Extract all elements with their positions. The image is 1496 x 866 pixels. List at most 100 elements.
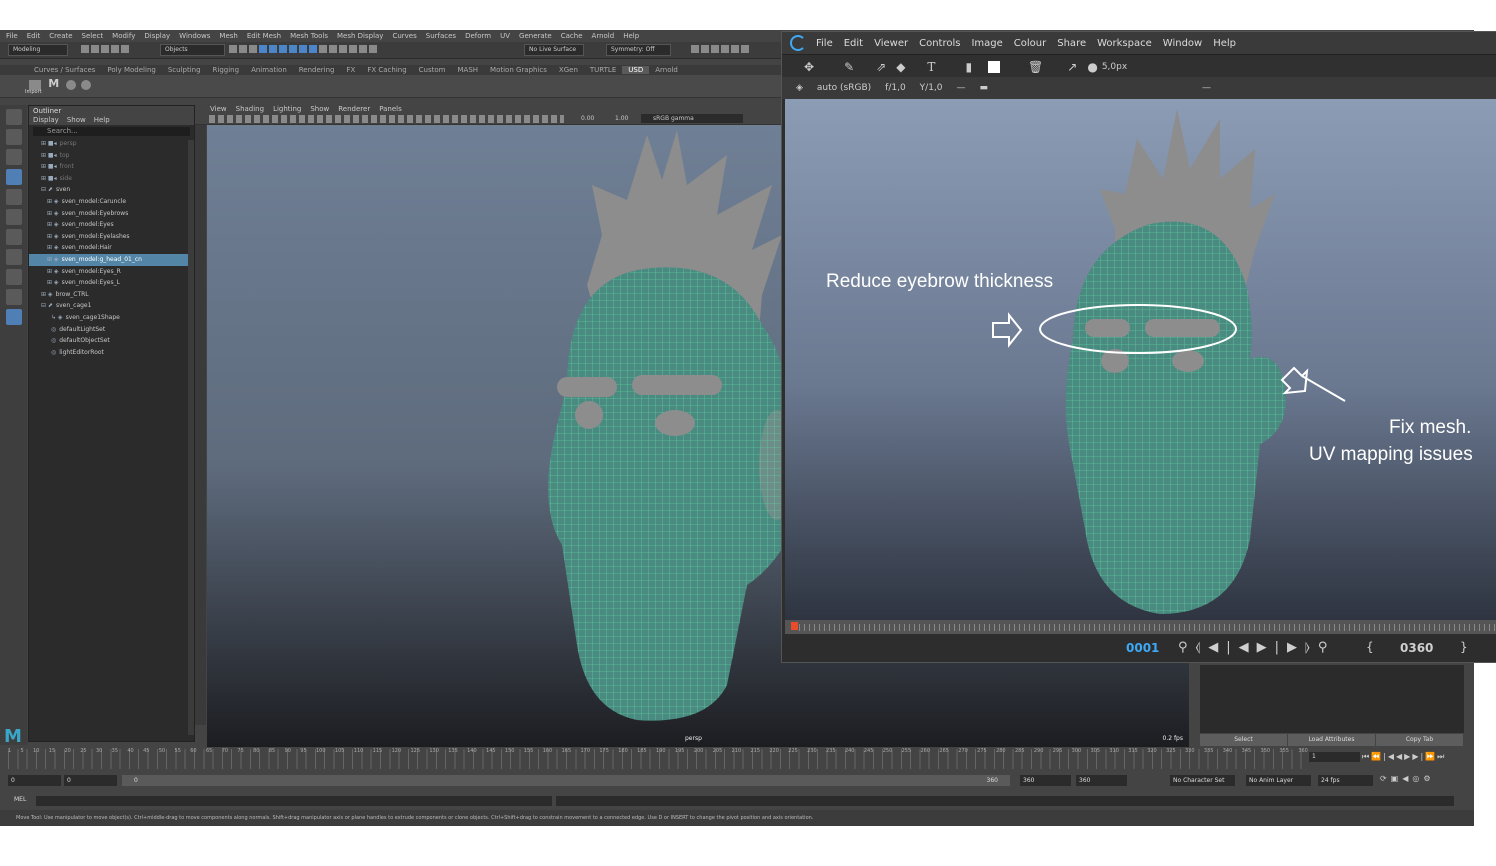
select-component-icon[interactable] [249, 45, 257, 53]
arnold-render-icon[interactable] [731, 45, 739, 53]
colorspace-dropdown[interactable]: sRGB gamma [641, 114, 743, 123]
current-frame-field[interactable]: 1 [1309, 752, 1360, 762]
review-end-frame[interactable]: 0360 [1400, 641, 1433, 655]
render-view-icon[interactable] [691, 45, 699, 53]
in-point-icon[interactable]: { [1366, 640, 1374, 654]
menu-uv[interactable]: UV [500, 32, 510, 40]
playback-start-field[interactable]: 0 [64, 775, 117, 786]
zoom-dropdown-icon[interactable]: — [1202, 83, 1211, 93]
menu-display[interactable]: Display [144, 32, 170, 40]
snap-view-icon[interactable] [289, 45, 297, 53]
gamma-field[interactable]: 1.00 [615, 115, 628, 122]
outliner-item[interactable]: ⊞ ◈ sven_model:Eyes_R [29, 266, 194, 278]
playback-end-field[interactable]: 360 [1020, 775, 1071, 786]
menu-cache[interactable]: Cache [561, 32, 583, 40]
node-editor-tab[interactable] [195, 125, 206, 725]
lock-icon[interactable] [319, 45, 327, 53]
paint-select-icon[interactable] [5, 149, 22, 165]
shelf-tab-poly-modeling[interactable]: Poly Modeling [101, 66, 161, 74]
rv-menu-share[interactable]: Share [1057, 38, 1086, 49]
shelf-tab-motion-graphics[interactable]: Motion Graphics [484, 66, 553, 74]
menu-help[interactable]: Help [623, 32, 639, 40]
outliner-item[interactable]: ⊞ ■◂ front [29, 161, 194, 173]
exposure-field[interactable]: 0.00 [581, 115, 594, 122]
rv-menu-viewer[interactable]: Viewer [874, 38, 908, 49]
shelf-tab-xgen[interactable]: XGen [553, 66, 584, 74]
select-hierarchy-icon[interactable] [229, 45, 237, 53]
pen-icon[interactable]: ✎ [844, 60, 854, 74]
panel-toolbar-icons[interactable] [209, 115, 564, 123]
text-tool-icon[interactable]: T [927, 60, 935, 74]
menu-modify[interactable]: Modify [112, 32, 135, 40]
outliner-item[interactable]: ⊞ ◈ sven_model:Eyes [29, 219, 194, 231]
rv-menu-controls[interactable]: Controls [919, 38, 960, 49]
redo-icon[interactable] [121, 45, 129, 53]
select-tool-icon[interactable] [5, 109, 22, 125]
layout-outliner-icon[interactable] [5, 309, 22, 325]
rotate-tool-icon[interactable] [5, 189, 22, 205]
shelf-tab-mash[interactable]: MASH [452, 66, 485, 74]
brush-size-dropdown[interactable]: 5,0px [1102, 62, 1127, 72]
render-settings-icon[interactable] [349, 45, 357, 53]
scene-start-field[interactable]: 0 [8, 775, 61, 786]
character-set-dropdown[interactable]: No Character Set [1170, 775, 1235, 786]
eraser-icon[interactable]: ◆ [896, 60, 905, 74]
panel-menu-lighting[interactable]: Lighting [273, 105, 301, 114]
open-scene-icon[interactable] [91, 45, 99, 53]
arrow-tool-icon[interactable]: ↗ [1067, 60, 1077, 74]
outliner-item[interactable]: ⊞ ◈ sven_model:Eyelashes [29, 231, 194, 243]
menu-mesh-display[interactable]: Mesh Display [337, 32, 383, 40]
anim-layer-dropdown[interactable]: No Anim Layer [1246, 775, 1311, 786]
snap-grid-icon[interactable] [259, 45, 267, 53]
menu-generate[interactable]: Generate [519, 32, 552, 40]
copy-tab-button[interactable]: Copy Tab [1376, 734, 1463, 746]
panel-menu-view[interactable]: View [210, 105, 227, 114]
selection-mode-dropdown[interactable]: Objects [160, 44, 225, 56]
colorspace-dropdown-rv[interactable]: auto (sRGB) [817, 83, 871, 93]
outliner-scrollbar[interactable] [188, 140, 194, 735]
outliner-item[interactable]: ⊞ ◈ sven_model:Caruncle [29, 196, 194, 208]
review-timeline[interactable] [785, 620, 1496, 634]
maya-m-icon[interactable]: M [48, 77, 59, 90]
color-swatch[interactable] [988, 60, 1001, 73]
outliner-menu-show[interactable]: Show [67, 116, 86, 125]
usd-layer-icon[interactable] [66, 80, 77, 90]
render-ipr-icon[interactable] [711, 45, 719, 53]
outliner-item[interactable]: ⊞ ■◂ top [29, 150, 194, 162]
outliner-item[interactable]: ◎ lightEditorRoot [29, 347, 194, 359]
move-tool-icon[interactable] [5, 169, 22, 185]
layout-two-icon[interactable] [5, 289, 22, 305]
hypershade-icon[interactable] [359, 45, 367, 53]
fps-dropdown[interactable]: 24 fps [1318, 775, 1373, 786]
rv-menu-colour[interactable]: Colour [1014, 38, 1046, 49]
shape-tool-icon[interactable]: ▮ [965, 60, 972, 74]
outliner-item[interactable]: ⊞ ■◂ persp [29, 138, 194, 150]
trash-icon[interactable]: 🗑 [1028, 60, 1043, 74]
shelf-tab-rendering[interactable]: Rendering [293, 66, 341, 74]
shelf-tab-rigging[interactable]: Rigging [207, 66, 246, 74]
select-object-icon[interactable] [239, 45, 247, 53]
menu-file[interactable]: File [6, 32, 18, 40]
render-icon[interactable] [329, 45, 337, 53]
outliner-item[interactable]: ⊟ ⬈ sven_cage1 [29, 300, 194, 312]
outliner-item[interactable]: ⊞ ■◂ side [29, 173, 194, 185]
undo-icon[interactable] [111, 45, 119, 53]
outliner-item[interactable]: ⊞ ◈ sven_model:Eyes_L [29, 277, 194, 289]
rv-menu-workspace[interactable]: Workspace [1097, 38, 1152, 49]
snap-live-icon[interactable] [309, 45, 317, 53]
menu-arnold[interactable]: Arnold [592, 32, 615, 40]
shelf-tab-arnold[interactable]: Arnold [649, 66, 684, 74]
outliner-menu-display[interactable]: Display [33, 116, 59, 125]
menu-create[interactable]: Create [49, 32, 72, 40]
outliner-item[interactable]: ◎ defaultLightSet [29, 324, 194, 336]
rv-menu-window[interactable]: Window [1163, 38, 1202, 49]
rv-menu-file[interactable]: File [816, 38, 833, 49]
review-viewer[interactable]: Reduce eyebrow thickness Fix mesh. UV ma… [785, 99, 1496, 620]
layers-icon[interactable]: ◈ [796, 83, 803, 93]
review-playhead[interactable] [791, 622, 798, 630]
live-surface-field[interactable]: No Live Surface [524, 44, 584, 56]
symmetry-dropdown[interactable]: Symmetry: Off [606, 44, 671, 56]
menu-windows[interactable]: Windows [179, 32, 210, 40]
channel-dropdown-icon[interactable]: ▬ [980, 83, 989, 93]
panel-menu-panels[interactable]: Panels [379, 105, 402, 114]
